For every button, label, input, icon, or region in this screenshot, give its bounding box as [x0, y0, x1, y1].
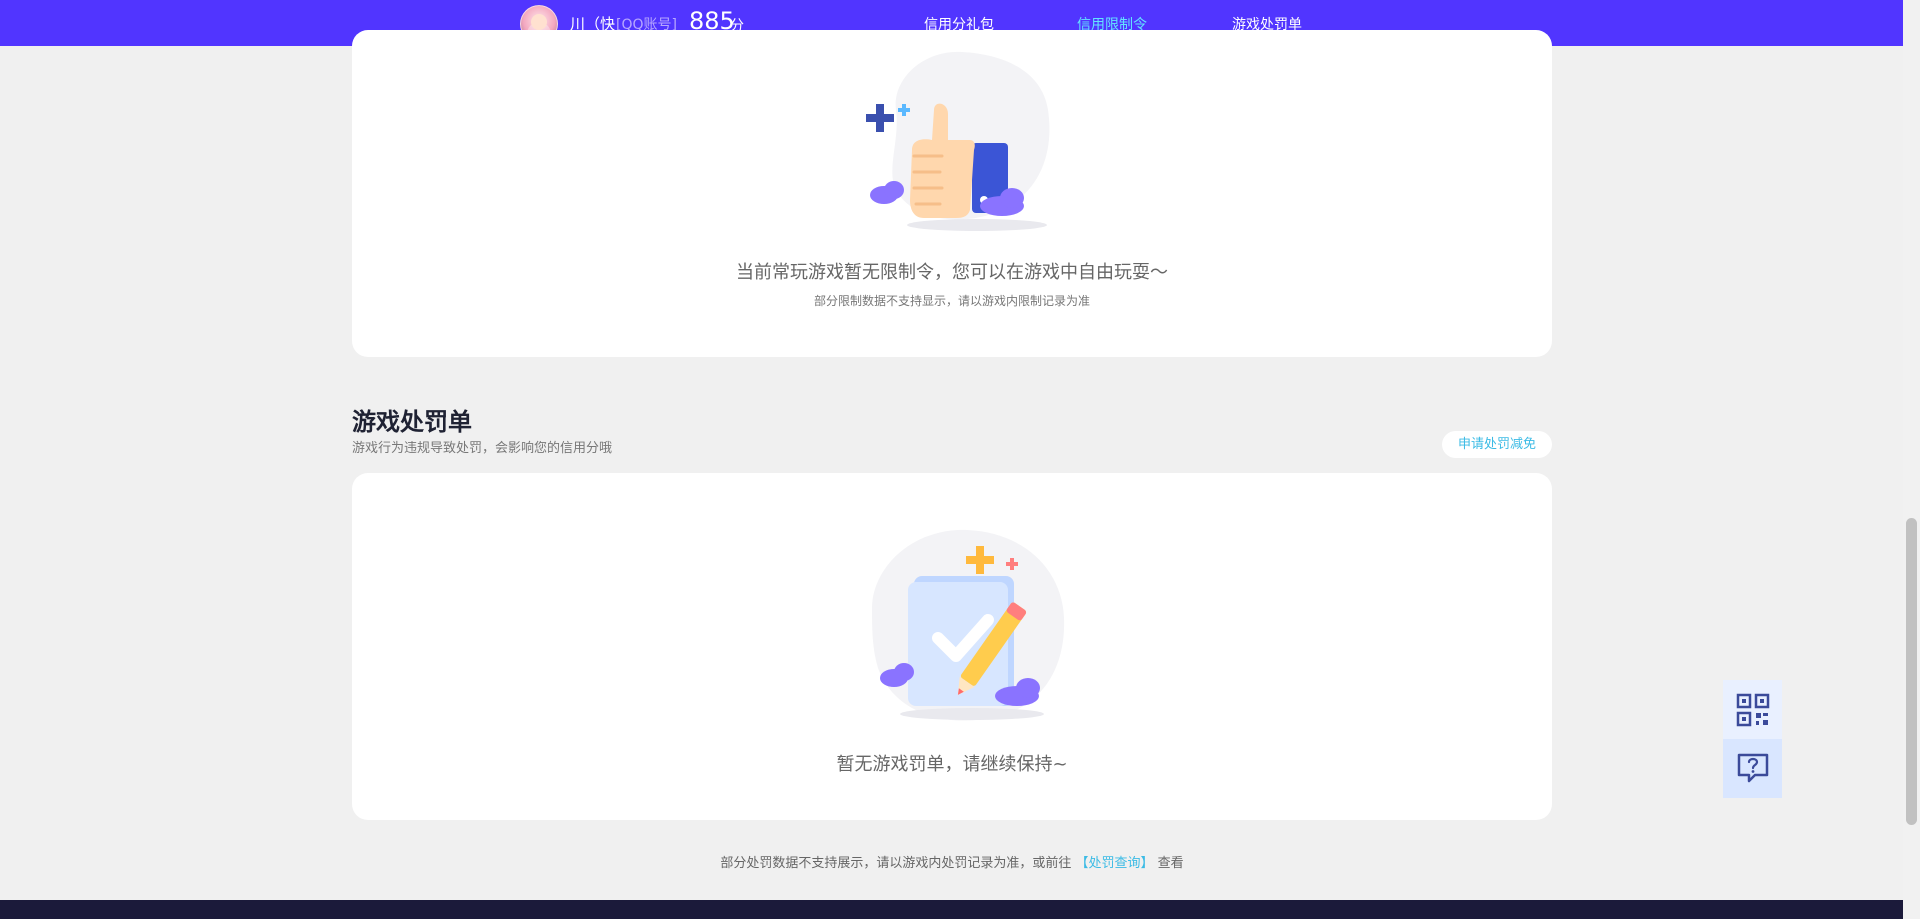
- section-title-game-penalty: 游戏处罚单: [352, 408, 472, 436]
- penalty-footer-note: 部分处罚数据不支持展示，请以游戏内处罚记录为准，或前往 【处罚查询】 查看: [352, 852, 1552, 871]
- help-chat-icon: [1737, 753, 1768, 782]
- footer-note-prefix: 部分处罚数据不支持展示，请以游戏内处罚记录为准，或前往: [720, 856, 1072, 871]
- restriction-note: 部分限制数据不支持显示，请以游戏内限制记录为准: [813, 294, 1090, 308]
- help-chat-button[interactable]: [1723, 739, 1782, 798]
- thumbs-up-illustration: [866, 51, 1050, 231]
- page-footer-band: [0, 900, 1920, 919]
- footer-note-suffix: 查看: [1157, 856, 1184, 871]
- penalty-card: 暂无游戏罚单，请继续保持~: [352, 473, 1552, 820]
- penalty-empty-message: 暂无游戏罚单，请继续保持~: [836, 754, 1068, 775]
- restriction-card: 当前常玩游戏暂无限制令，您可以在游戏中自由玩耍～ 部分限制数据不支持显示，请以游…: [352, 30, 1552, 357]
- qr-code-icon: [1736, 693, 1769, 726]
- penalty-query-link[interactable]: 【处罚查询】: [1075, 856, 1153, 871]
- apply-penalty-reduction-button[interactable]: 申请处罚减免: [1442, 431, 1552, 458]
- scrollbar-thumb[interactable]: [1906, 518, 1917, 825]
- floating-toolbar: [1723, 680, 1782, 798]
- qr-code-button[interactable]: [1723, 680, 1782, 739]
- section-subtitle: 游戏行为违规导致处罚，会影响您的信用分哦: [352, 441, 613, 456]
- clipboard-check-illustration: [872, 529, 1065, 721]
- restriction-empty-message: 当前常玩游戏暂无限制令，您可以在游戏中自由玩耍～: [736, 262, 1168, 283]
